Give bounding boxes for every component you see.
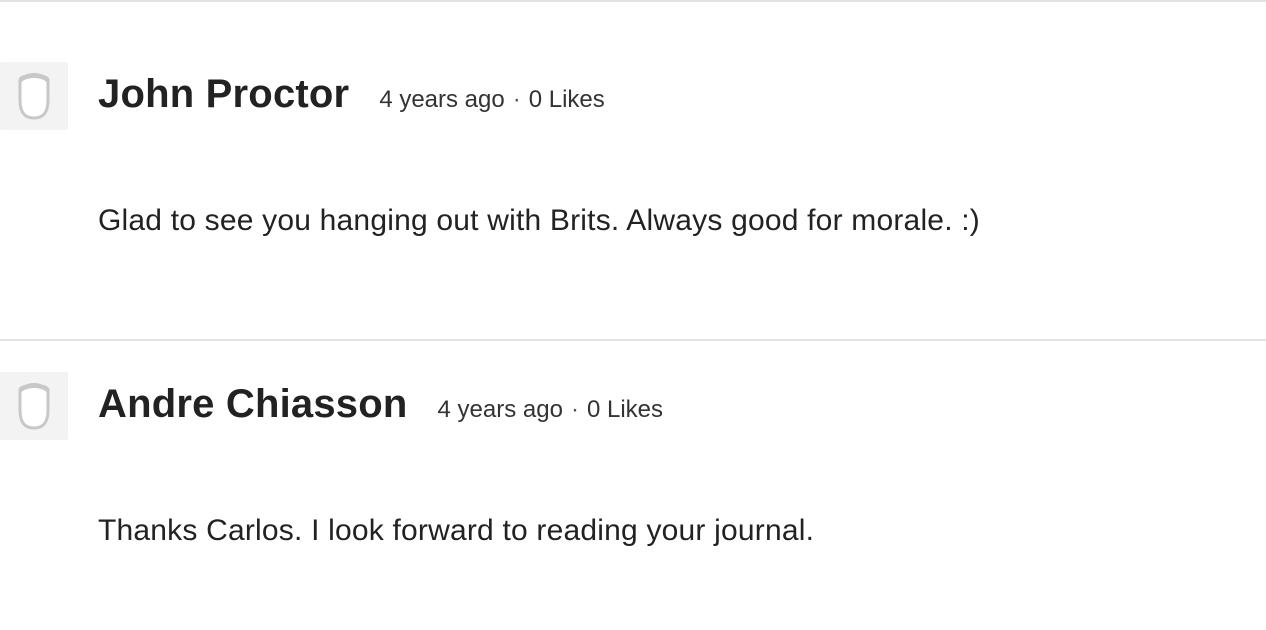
default-avatar-icon xyxy=(18,73,50,120)
default-avatar-icon xyxy=(18,383,50,430)
meta-separator: · xyxy=(512,86,521,113)
comment-body: Glad to see you hanging out with Brits. … xyxy=(98,204,980,237)
comment-time[interactable]: 4 years ago xyxy=(379,86,504,114)
comment-meta: 4 years ago · 0 Likes xyxy=(379,86,604,114)
comment-likes[interactable]: 0 Likes xyxy=(529,86,605,114)
avatar[interactable] xyxy=(0,372,68,440)
comment-item: Andre Chiasson 4 years ago · 0 Likes Tha… xyxy=(0,341,1266,630)
comment-author[interactable]: John Proctor xyxy=(98,72,349,117)
comment-likes[interactable]: 0 Likes xyxy=(587,396,663,424)
comment-author[interactable]: Andre Chiasson xyxy=(98,382,408,427)
comment-header: Andre Chiasson 4 years ago · 0 Likes xyxy=(98,382,663,427)
comment-header: John Proctor 4 years ago · 0 Likes xyxy=(98,72,605,117)
comment-time[interactable]: 4 years ago xyxy=(438,396,563,424)
comment-item: John Proctor 4 years ago · 0 Likes Glad … xyxy=(0,0,1266,340)
comment-meta: 4 years ago · 0 Likes xyxy=(438,396,663,424)
meta-separator: · xyxy=(570,396,579,423)
comment-body: Thanks Carlos. I look forward to reading… xyxy=(98,514,815,547)
avatar[interactable] xyxy=(0,62,68,130)
